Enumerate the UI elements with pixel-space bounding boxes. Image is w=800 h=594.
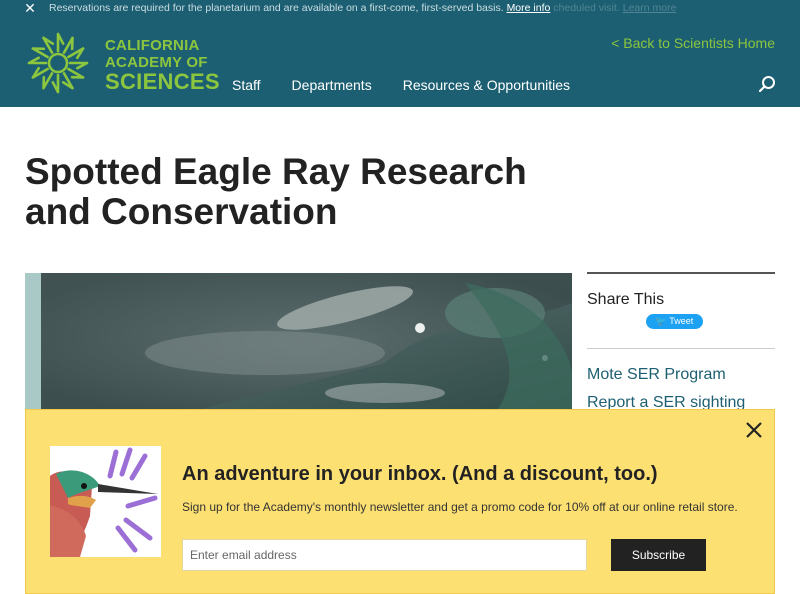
nav-departments[interactable]: Departments [292, 77, 372, 93]
academy-logo-icon[interactable] [25, 30, 91, 96]
academy-logo-text[interactable]: CALIFORNIA ACADEMY OF SCIENCES [105, 38, 220, 93]
tweet-button[interactable]: 🐦 Tweet [646, 314, 703, 329]
newsletter-description: Sign up for the Academy's monthly newsle… [182, 500, 738, 514]
mote-ser-program-link[interactable]: Mote SER Program [587, 366, 726, 384]
alert-message: Reservations are required for the planet… [49, 0, 676, 17]
alert-ghost-text: cheduled visit. [553, 2, 620, 14]
learn-more-link[interactable]: Learn more [623, 2, 677, 14]
email-field[interactable] [182, 539, 587, 571]
search-icon[interactable] [758, 75, 776, 93]
newsletter-popup: An adventure in your inbox. (And a disco… [25, 409, 775, 594]
eagle-ray-photo [25, 273, 572, 413]
close-icon[interactable]: ✕ [22, 0, 38, 17]
bee-eater-icon [50, 447, 158, 557]
nav-staff[interactable]: Staff [232, 77, 261, 93]
twitter-bird-icon: 🐦 [655, 316, 667, 326]
alert-text: Reservations are required for the planet… [49, 2, 504, 14]
site-header: CALIFORNIA ACADEMY OF SCIENCES < Back to… [0, 17, 800, 107]
close-icon[interactable] [744, 420, 764, 440]
sidebar-divider [587, 272, 775, 274]
logo-line-2: ACADEMY OF [105, 54, 208, 71]
tweet-label: Tweet [669, 316, 694, 326]
bird-illustration [50, 446, 161, 557]
main-nav: Staff Departments Resources & Opportunit… [232, 77, 601, 93]
back-to-scientists-link[interactable]: < Back to Scientists Home [611, 35, 775, 51]
more-info-link[interactable]: More info [507, 2, 551, 14]
logo-line-1: CALIFORNIA [105, 37, 200, 54]
alert-bar: ✕ Reservations are required for the plan… [0, 0, 800, 17]
logo-line-3: SCIENCES [105, 69, 220, 94]
sidebar-divider [587, 348, 775, 349]
page-title: Spotted Eagle Ray Research and Conservat… [25, 151, 527, 232]
newsletter-title: An adventure in your inbox. (And a disco… [182, 463, 658, 485]
nav-resources[interactable]: Resources & Opportunities [403, 77, 570, 93]
subscribe-button[interactable]: Subscribe [611, 539, 706, 571]
share-title: Share This [587, 291, 665, 308]
alert-ghost: cheduled visit. Learn more [553, 2, 676, 14]
hero-image [25, 273, 572, 413]
